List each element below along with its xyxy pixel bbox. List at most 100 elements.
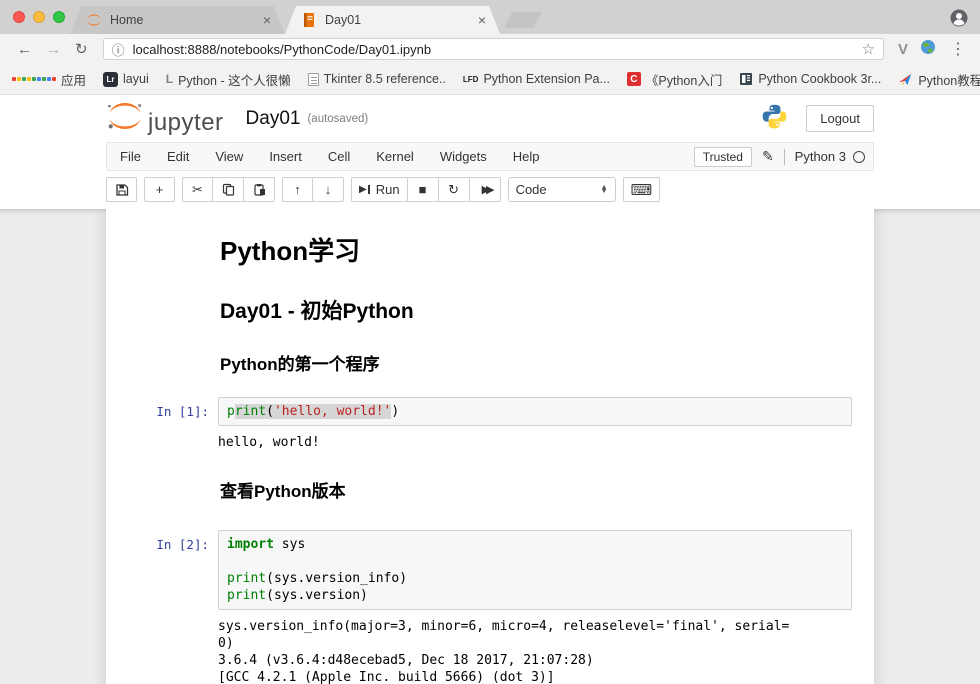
extension-v-icon[interactable]: V bbox=[892, 41, 914, 58]
save-button[interactable] bbox=[106, 177, 137, 202]
add-cell-button[interactable]: + bbox=[144, 177, 175, 202]
apps-grid-icon bbox=[12, 77, 56, 81]
notebook-scroll-area[interactable]: Python学习 Day01 - 初始Python Python的第一个程序 I… bbox=[0, 209, 980, 684]
menu-bar: File Edit View Insert Cell Kernel Widget… bbox=[106, 142, 874, 171]
close-window-button[interactable] bbox=[13, 11, 25, 23]
jupyter-brand-text: jupyter bbox=[148, 111, 224, 135]
markdown-cell-h2[interactable]: Day01 - 初始Python bbox=[106, 295, 874, 325]
markdown-cell-h3-version[interactable]: 查看Python版本 bbox=[106, 477, 874, 502]
cut-cell-button[interactable]: ✂ bbox=[182, 177, 213, 202]
cell-type-select[interactable]: Code ▲▼ bbox=[508, 177, 616, 202]
menu-view[interactable]: View bbox=[202, 149, 256, 164]
jupyter-header: jupyter Day01 (autosaved) Logout bbox=[0, 95, 980, 142]
code-blank-line bbox=[227, 553, 843, 570]
bookmark-label: 应用 bbox=[61, 70, 86, 89]
code-token: sys bbox=[274, 537, 305, 552]
divider bbox=[784, 149, 785, 165]
url-text[interactable]: localhost:8888/notebooks/PythonCode/Day0… bbox=[133, 42, 862, 57]
restart-run-all-button[interactable]: ▶▶ bbox=[470, 177, 501, 202]
bookmark-cookbook[interactable]: Python Cookbook 3r... bbox=[739, 72, 881, 86]
browser-window: Home × Day01 × ← → ↻ ⓘ localhost:8888/no… bbox=[0, 0, 980, 684]
input-prompt-2: In [2]: bbox=[106, 530, 218, 684]
output-text: sys.version_info(major=3, minor=6, micro… bbox=[218, 618, 852, 635]
code-cell-2[interactable]: In [2]: import sys print(sys.version_inf… bbox=[106, 530, 874, 684]
menu-help[interactable]: Help bbox=[500, 149, 553, 164]
run-cell-button[interactable]: ▶ Run bbox=[351, 177, 408, 202]
layui-icon: Lr bbox=[103, 72, 118, 87]
logout-button[interactable]: Logout bbox=[806, 105, 874, 132]
menu-file[interactable]: File bbox=[107, 149, 154, 164]
back-icon[interactable]: ← bbox=[10, 41, 39, 58]
address-bar[interactable]: ⓘ localhost:8888/notebooks/PythonCode/Da… bbox=[103, 38, 884, 60]
bookmark-apps[interactable]: 应用 bbox=[12, 70, 86, 89]
new-tab-button[interactable] bbox=[504, 12, 543, 28]
code-token: ( bbox=[266, 404, 274, 419]
trusted-button[interactable]: Trusted bbox=[694, 147, 752, 167]
bookmark-python-extension[interactable]: LFD Python Extension Pa... bbox=[463, 72, 610, 86]
jupyter-favicon-icon bbox=[86, 12, 102, 28]
cell-type-value: Code bbox=[516, 182, 547, 197]
tab-bar: Home × Day01 × bbox=[0, 0, 980, 34]
code-token: print bbox=[227, 588, 266, 603]
move-cell-down-button[interactable]: ↓ bbox=[313, 177, 344, 202]
code-input-1[interactable]: print('hello, world!') bbox=[218, 397, 852, 426]
bookmark-label: Python Cookbook 3r... bbox=[758, 72, 881, 86]
page-info-icon[interactable]: ⓘ bbox=[112, 40, 125, 59]
move-cell-up-button[interactable]: ↑ bbox=[282, 177, 313, 202]
profile-avatar-icon[interactable] bbox=[950, 9, 968, 27]
bookmark-label: layui bbox=[123, 72, 149, 86]
minimize-window-button[interactable] bbox=[33, 11, 45, 23]
reload-icon[interactable]: ↻ bbox=[68, 40, 95, 58]
notebook-title[interactable]: Day01 bbox=[246, 108, 301, 130]
bookmark-label: 《Python入门 bbox=[646, 70, 722, 89]
kernel-idle-icon bbox=[853, 151, 865, 163]
output-text: [GCC 4.2.1 (Apple Inc. build 5666) (dot … bbox=[218, 669, 852, 684]
heading-check-version: 查看Python版本 bbox=[220, 477, 852, 502]
heading-python-study: Python学习 bbox=[220, 231, 852, 268]
markdown-cell-h3-first[interactable]: Python的第一个程序 bbox=[106, 350, 874, 375]
code-token: ) bbox=[391, 404, 399, 419]
menu-insert[interactable]: Insert bbox=[256, 149, 315, 164]
tab-home[interactable]: Home × bbox=[70, 6, 285, 34]
step-forward-icon: ▶ bbox=[359, 184, 367, 195]
bookmark-tkinter[interactable]: Tkinter 8.5 reference.. bbox=[308, 72, 446, 86]
notebook-container: Python学习 Day01 - 初始Python Python的第一个程序 I… bbox=[106, 209, 874, 684]
bookmark-python-intro[interactable]: C 《Python入门 bbox=[627, 70, 722, 89]
autosave-status: (autosaved) bbox=[307, 113, 368, 125]
step-forward-bar bbox=[368, 185, 370, 194]
extension-globe-icon[interactable] bbox=[914, 39, 942, 59]
zoom-window-button[interactable] bbox=[53, 11, 65, 23]
run-label: Run bbox=[376, 182, 400, 197]
code-token: 'hello, world!' bbox=[274, 404, 391, 419]
bookmark-python-tutorial[interactable]: Python教程 bbox=[898, 70, 980, 89]
jupyter-logo[interactable]: jupyter bbox=[106, 102, 224, 135]
menu-bar-wrap: File Edit View Insert Cell Kernel Widget… bbox=[0, 142, 980, 171]
notebook-book-icon bbox=[301, 12, 317, 28]
edit-pencil-icon[interactable]: ✎ bbox=[762, 148, 774, 165]
code-input-2[interactable]: import sys print(sys.version_info) print… bbox=[218, 530, 852, 610]
menu-cell[interactable]: Cell bbox=[315, 149, 363, 164]
code-token: (sys.version) bbox=[266, 588, 368, 603]
letter-l-icon: L bbox=[166, 72, 173, 86]
tab-day01[interactable]: Day01 × bbox=[285, 6, 500, 34]
copy-cell-button[interactable] bbox=[213, 177, 244, 202]
markdown-cell-h1[interactable]: Python学习 bbox=[106, 231, 874, 268]
csdn-icon: C bbox=[627, 72, 641, 86]
menu-kernel[interactable]: Kernel bbox=[363, 149, 427, 164]
bookmark-star-icon[interactable]: ☆ bbox=[862, 40, 875, 58]
forward-icon[interactable]: → bbox=[39, 41, 68, 58]
interrupt-kernel-button[interactable]: ■ bbox=[408, 177, 439, 202]
book-lines-icon bbox=[739, 72, 753, 86]
code-cell-1[interactable]: In [1]: print('hello, world!') hello, wo… bbox=[106, 397, 874, 459]
menu-widgets[interactable]: Widgets bbox=[427, 149, 500, 164]
restart-kernel-button[interactable]: ↻ bbox=[439, 177, 470, 202]
menu-edit[interactable]: Edit bbox=[154, 149, 202, 164]
command-palette-button[interactable]: ⌨ bbox=[623, 177, 661, 202]
bookmark-python-blog[interactable]: L Python - 这个人很懒 bbox=[166, 70, 291, 89]
bookmark-label: Tkinter 8.5 reference.. bbox=[324, 72, 446, 86]
browser-menu-icon[interactable]: ⋮ bbox=[942, 39, 970, 59]
paste-cell-button[interactable] bbox=[244, 177, 275, 202]
bookmark-layui[interactable]: Lr layui bbox=[103, 72, 149, 87]
tab-home-close-icon[interactable]: × bbox=[261, 12, 273, 28]
tab-day01-close-icon[interactable]: × bbox=[476, 12, 488, 28]
